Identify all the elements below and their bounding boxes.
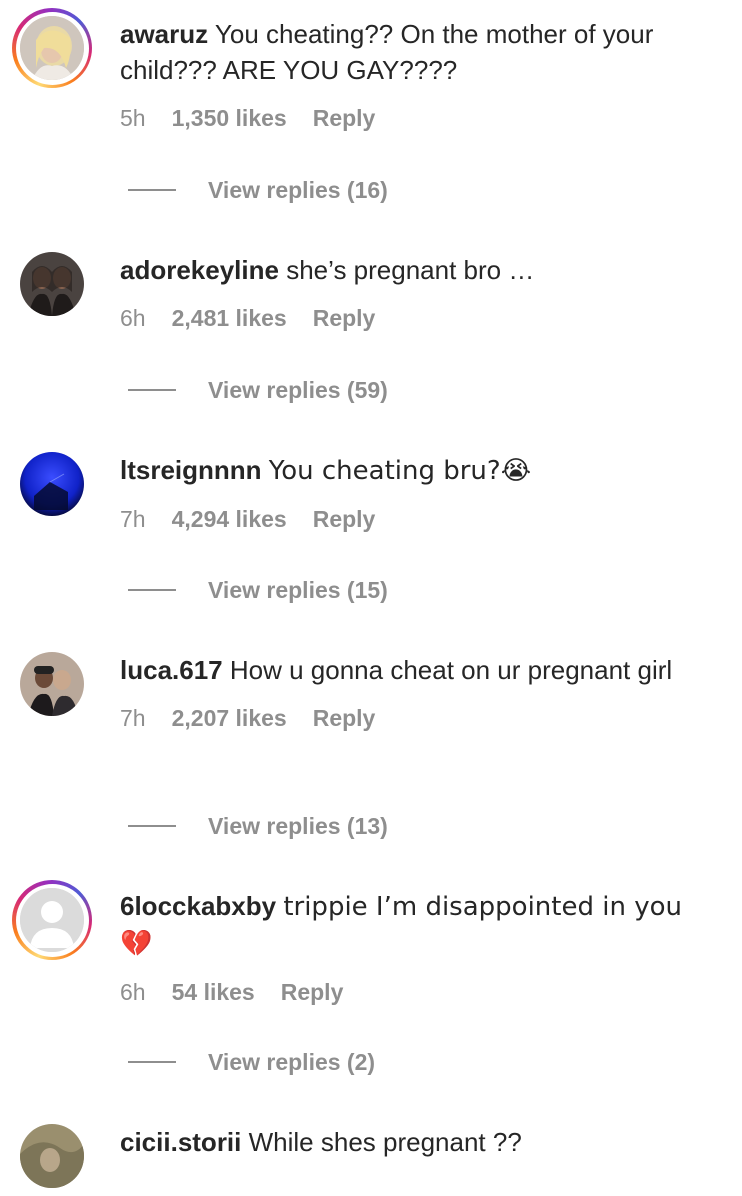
avatar-image (20, 1124, 84, 1188)
view-replies-label: View replies (59) (208, 376, 388, 403)
view-replies-button[interactable]: View replies (13) (128, 810, 388, 842)
comment-username[interactable]: cicii.storii (120, 1127, 241, 1157)
reply-button[interactable]: Reply (313, 305, 376, 332)
comment-text: ltsreignnnn You cheating bru?😭 (120, 452, 722, 489)
comment-text: adorekeyline she’s pregnant bro … (120, 252, 722, 288)
view-replies-label: View replies (15) (208, 576, 388, 603)
comment-username[interactable]: luca.617 (120, 655, 223, 685)
comment-body: she’s pregnant bro … (286, 255, 535, 285)
story-ring (12, 8, 92, 88)
view-replies-label: View replies (13) (208, 812, 388, 839)
comment-likes[interactable]: 2,207 likes (172, 705, 287, 732)
comment-meta: 5h 1,350 likes Reply (120, 102, 722, 134)
comment-time[interactable]: 6h (120, 979, 146, 1006)
replies-divider (128, 825, 176, 827)
avatar-image (20, 652, 84, 716)
comment-meta: 6h 54 likes Reply (120, 976, 722, 1008)
view-replies-button[interactable]: View replies (15) (128, 574, 388, 606)
replies-divider (128, 189, 176, 191)
comment-username[interactable]: 6locckabxby (120, 891, 276, 921)
comment-username[interactable]: adorekeyline (120, 255, 279, 285)
comment-time[interactable]: 7h (120, 506, 146, 533)
comment-likes[interactable]: 4,294 likes (172, 506, 287, 533)
avatar[interactable] (12, 880, 92, 960)
avatar[interactable] (12, 1116, 92, 1196)
comment-body: While shes pregnant ?? (248, 1127, 522, 1157)
comment-likes[interactable]: 2,481 likes (172, 305, 287, 332)
default-avatar-icon (20, 888, 84, 952)
comment-meta: 7h 4,294 likes Reply (120, 503, 722, 535)
view-replies-button[interactable]: View replies (2) (128, 1046, 375, 1078)
comment-time[interactable]: 7h (120, 705, 146, 732)
comment-username[interactable]: awaruz (120, 19, 208, 49)
story-ring (12, 880, 92, 960)
comment-likes[interactable]: 54 likes (172, 979, 255, 1006)
avatar[interactable] (12, 244, 92, 324)
comment-body: You cheating bru?😭 (268, 456, 532, 486)
view-replies-button[interactable]: View replies (59) (128, 374, 388, 406)
comment-body: How u gonna cheat on ur pregnant girl (229, 655, 673, 685)
avatar[interactable] (12, 644, 92, 724)
reply-button[interactable]: Reply (313, 105, 376, 132)
avatar[interactable] (12, 8, 92, 88)
view-replies-label: View replies (16) (208, 176, 388, 203)
comment-text: cicii.storii While shes pregnant ?? (120, 1124, 722, 1160)
reply-button[interactable]: Reply (281, 979, 344, 1006)
replies-divider (128, 1061, 176, 1063)
view-replies-label: View replies (2) (208, 1048, 376, 1075)
comment-time[interactable]: 5h (120, 105, 146, 132)
comment-text: awaruz You cheating?? On the mother of y… (120, 16, 722, 88)
comment-meta: 7h 2,207 likes Reply (120, 702, 722, 734)
comment-likes[interactable]: 1,350 likes (172, 105, 287, 132)
avatar-image (20, 452, 84, 516)
comment-username[interactable]: ltsreignnnn (120, 455, 262, 485)
comment-meta: 6h 2,481 likes Reply (120, 302, 722, 334)
avatar[interactable] (12, 444, 92, 524)
replies-divider (128, 389, 176, 391)
view-replies-button[interactable]: View replies (16) (128, 174, 388, 206)
comment-text: 6locckabxby trippie I’m disappointed in … (120, 888, 722, 962)
comment-text: luca.617 How u gonna cheat on ur pregnan… (120, 652, 722, 688)
avatar-image (20, 16, 84, 80)
reply-button[interactable]: Reply (313, 705, 376, 732)
replies-divider (128, 589, 176, 591)
comment-time[interactable]: 6h (120, 305, 146, 332)
reply-button[interactable]: Reply (313, 506, 376, 533)
avatar-image (20, 252, 84, 316)
